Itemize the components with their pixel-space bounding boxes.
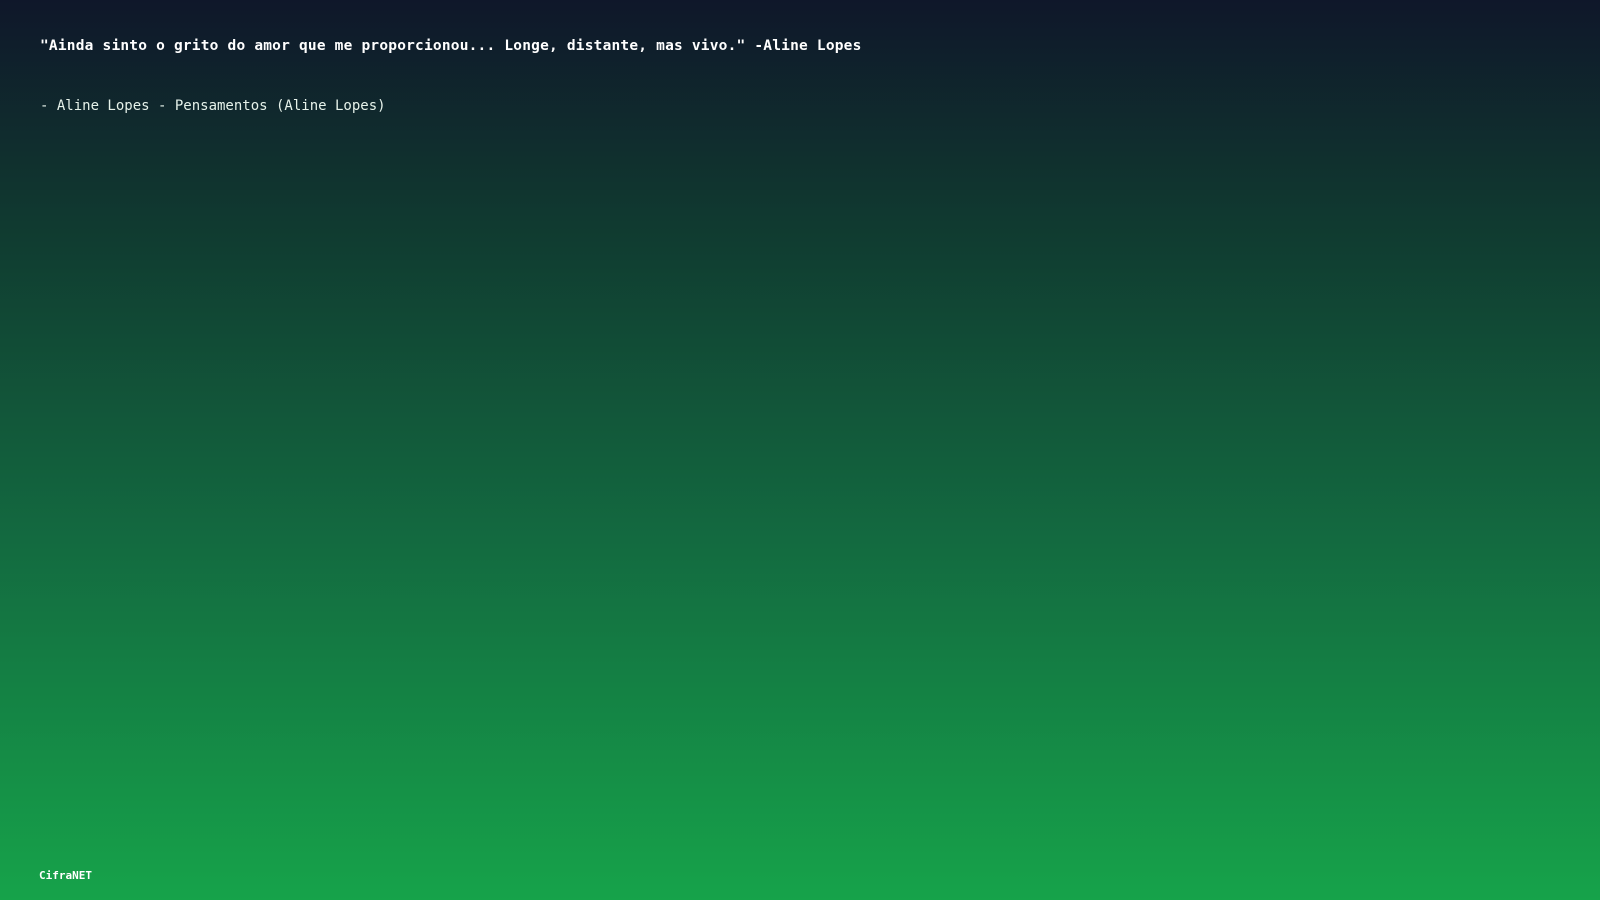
quote-attribution: - Aline Lopes - Pensamentos (Aline Lopes…: [40, 98, 386, 114]
quote-text: "Ainda sinto o grito do amor que me prop…: [40, 38, 862, 54]
brand-logo[interactable]: CifraNET: [39, 869, 92, 882]
